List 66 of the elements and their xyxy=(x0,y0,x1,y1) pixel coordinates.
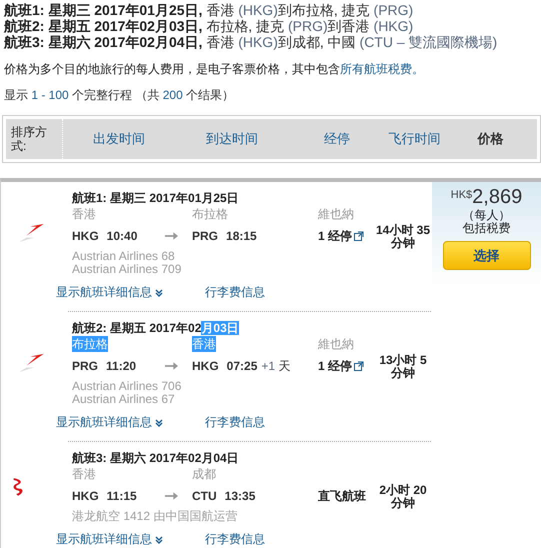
arrival-time: 18:15 xyxy=(226,228,257,245)
departure-code: HKG xyxy=(72,488,99,505)
departure-code: HKG xyxy=(72,228,99,245)
itinerary-line: 航班2: 星期五 2017年02月03日, 布拉格, 捷克 (PRG)到香港 (HKG) xyxy=(4,18,414,34)
arrival-code: PRG xyxy=(192,228,218,245)
baggage-fees-link[interactable]: 行李费信息 xyxy=(205,414,265,431)
arrival-city: 成都 xyxy=(192,466,216,482)
price-notice: 价格为多个目的地旅行的每人费用，是电子客票价格，其中包含所有航班税费。 xyxy=(4,61,425,78)
day-offset: +1 天 xyxy=(261,358,290,375)
baggage-fees-link[interactable]: 行李费信息 xyxy=(205,531,265,548)
arrow-right-icon xyxy=(165,361,178,371)
stops-link[interactable]: 1 经停 xyxy=(318,358,352,374)
baggage-fees-link[interactable]: 行李费信息 xyxy=(205,284,265,301)
departure-time: 10:40 xyxy=(106,228,138,245)
departure-city: 布拉格 xyxy=(72,336,108,352)
stopover-city: 維也納 xyxy=(318,207,354,221)
results-count: 显示 1 - 100 个完整行程 （共 200 个结果） xyxy=(4,87,236,104)
flight-duration: 13小时 5分钟 xyxy=(378,352,428,380)
flight-number: 港龙航空 1412 由中国国航运营 xyxy=(72,510,238,523)
popup-icon[interactable] xyxy=(354,231,364,241)
chevron-down-icon xyxy=(155,418,163,426)
popup-icon[interactable] xyxy=(354,361,364,371)
flight-number: Austrian Airlines 68 xyxy=(72,250,176,263)
flight-duration: 14小时 35分钟 xyxy=(375,222,431,250)
flight-details-link[interactable]: 显示航班详细信息 xyxy=(56,531,163,548)
flight-number: Austrian Airlines 67 xyxy=(72,393,176,406)
select-button[interactable]: 选择 xyxy=(442,241,530,270)
price-amount: 2,869 xyxy=(472,186,522,209)
chevron-down-icon xyxy=(155,288,163,296)
sort-label: 排序方式: xyxy=(6,119,63,159)
departure-time: 11:15 xyxy=(106,488,137,505)
leg-title: 航班1: 星期三 2017年01月25日 xyxy=(72,190,240,206)
arrow-right-icon xyxy=(165,491,178,501)
stops-link[interactable]: 1 经停 xyxy=(318,228,352,244)
sort-tab[interactable]: 经停 xyxy=(288,119,386,159)
arrow-right-icon xyxy=(165,231,178,241)
per-person-label: （每人） xyxy=(462,209,512,222)
arrival-code: CTU xyxy=(192,488,217,505)
flight-number: Austrian Airlines 709 xyxy=(72,263,182,276)
sort-tab[interactable]: 到达时间 xyxy=(175,119,288,159)
arrival-city: 布拉格 xyxy=(192,206,228,222)
flight-details-link[interactable]: 显示航班详细信息 xyxy=(56,284,163,301)
arrival-time: 13:35 xyxy=(224,488,256,505)
arrival-time: 07:25 xyxy=(226,358,258,375)
sort-tab[interactable]: 价格 xyxy=(444,119,537,159)
leg-title: 航班3: 星期六 2017年02月04日 xyxy=(72,450,240,466)
departure-city: 香港 xyxy=(72,206,96,222)
departure-time: 11:20 xyxy=(106,358,136,375)
sort-tab[interactable]: 出发时间 xyxy=(62,119,176,159)
departure-code: PRG xyxy=(72,358,98,375)
departure-city: 香港 xyxy=(72,466,96,482)
flight-details-link[interactable]: 显示航班详细信息 xyxy=(56,414,163,431)
itinerary-line: 航班1: 星期三 2017年01月25日, 香港 (HKG)到布拉格, 捷克 (PRG) xyxy=(4,2,414,18)
flight-duration: 2小时 20分钟 xyxy=(378,482,428,510)
stops-label: 直飞航班 xyxy=(318,488,366,504)
itinerary-line: 航班3: 星期六 2017年02月04日, 香港 (HKG)到成都, 中國 (CTU – 雙流國際機場) xyxy=(4,34,498,50)
arrival-code: HKG xyxy=(192,358,219,375)
taxes-link[interactable]: 所有航班税费。 xyxy=(340,62,424,76)
leg-title: 航班2: 星期五 2017年02月03日 xyxy=(72,320,240,336)
chevron-down-icon xyxy=(155,536,163,544)
stopover-city: 維也納 xyxy=(318,337,354,351)
currency-label: HK$ xyxy=(450,189,472,201)
tax-note: 包括税费 xyxy=(462,222,512,235)
flight-number: Austrian Airlines 706 xyxy=(72,380,182,393)
arrival-city: 香港 xyxy=(192,336,216,352)
sort-tab[interactable]: 飞行时间 xyxy=(385,119,444,159)
